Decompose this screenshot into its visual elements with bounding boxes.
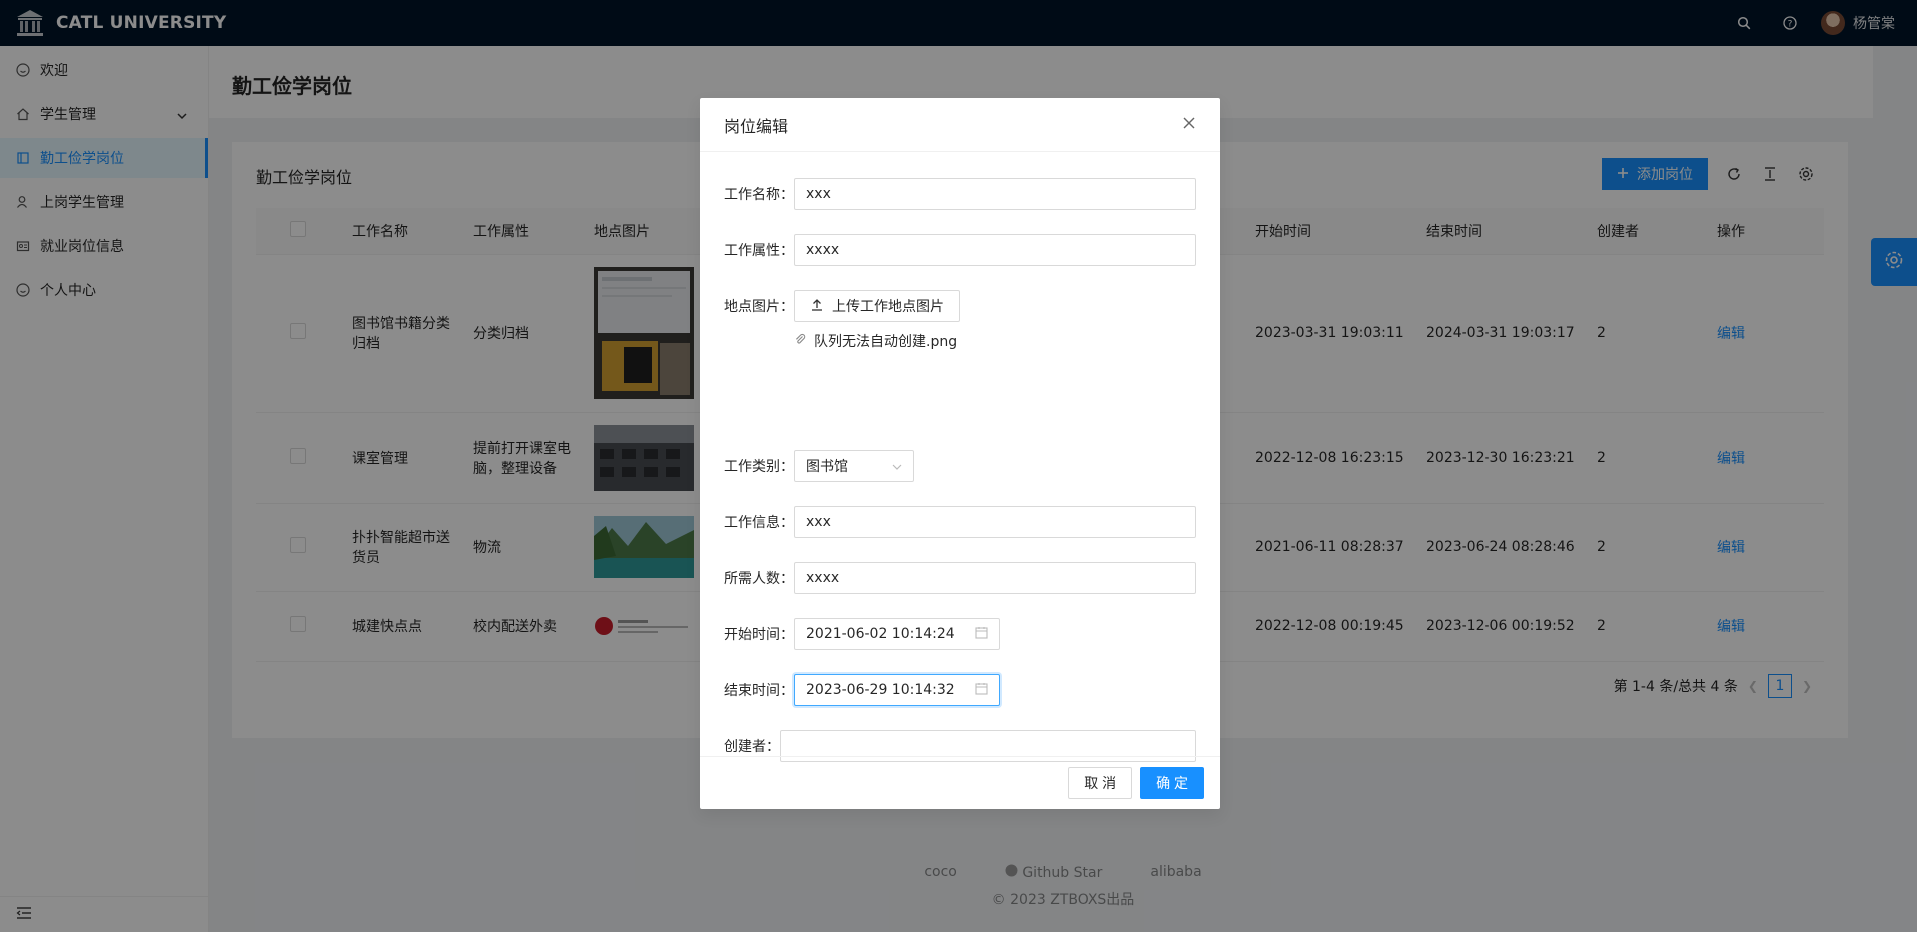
close-icon[interactable] [1182, 116, 1196, 134]
job-edit-modal: 岗位编辑 工作名称： xxx 工作属性： xxxx 地点图片： 上传工作地点图片… [700, 98, 1220, 809]
chevron-down-icon [892, 458, 902, 474]
upload-image-button[interactable]: 上传工作地点图片 [794, 290, 960, 322]
form-label: 结束时间： [724, 683, 794, 699]
file-name: 队列无法自动创建.png [814, 334, 958, 350]
form-label: 工作信息： [724, 515, 794, 531]
form-label: 所需人数： [724, 571, 794, 587]
modal-footer: 取 消 确 定 [700, 756, 1220, 809]
start-time-picker[interactable]: 2021-06-02 10:14:24 [794, 618, 1000, 650]
start-time-value: 2021-06-02 10:14:24 [806, 626, 955, 642]
uploaded-file[interactable]: 队列无法自动创建.png [794, 331, 957, 351]
cancel-button[interactable]: 取 消 [1068, 767, 1133, 799]
job-attr-input[interactable]: xxxx [794, 234, 1196, 266]
paperclip-icon [794, 333, 806, 349]
form-label: 工作属性： [724, 243, 794, 259]
form-label: 地点图片： [724, 299, 794, 315]
upload-icon [810, 298, 824, 315]
selected-category: 图书馆 [806, 459, 848, 475]
calendar-icon [975, 626, 988, 643]
calendar-icon [975, 682, 988, 699]
form-label: 创建者： [724, 739, 780, 755]
end-time-value: 2023-06-29 10:14:32 [806, 682, 955, 698]
upload-label: 上传工作地点图片 [832, 298, 944, 314]
form-label: 工作名称： [724, 187, 794, 203]
modal-title: 岗位编辑 [724, 116, 789, 136]
job-category-select[interactable]: 图书馆 [794, 450, 914, 482]
job-name-input[interactable]: xxx [794, 178, 1196, 210]
modal-body: 工作名称： xxx 工作属性： xxxx 地点图片： 上传工作地点图片 队列无法… [700, 152, 1220, 762]
end-time-picker[interactable]: 2023-06-29 10:14:32 [794, 674, 1000, 706]
form-label: 工作类别： [724, 459, 794, 475]
ok-button[interactable]: 确 定 [1140, 767, 1204, 799]
headcount-input[interactable]: xxxx [794, 562, 1196, 594]
form-label: 开始时间： [724, 627, 794, 643]
job-info-input[interactable]: xxx [794, 506, 1196, 538]
